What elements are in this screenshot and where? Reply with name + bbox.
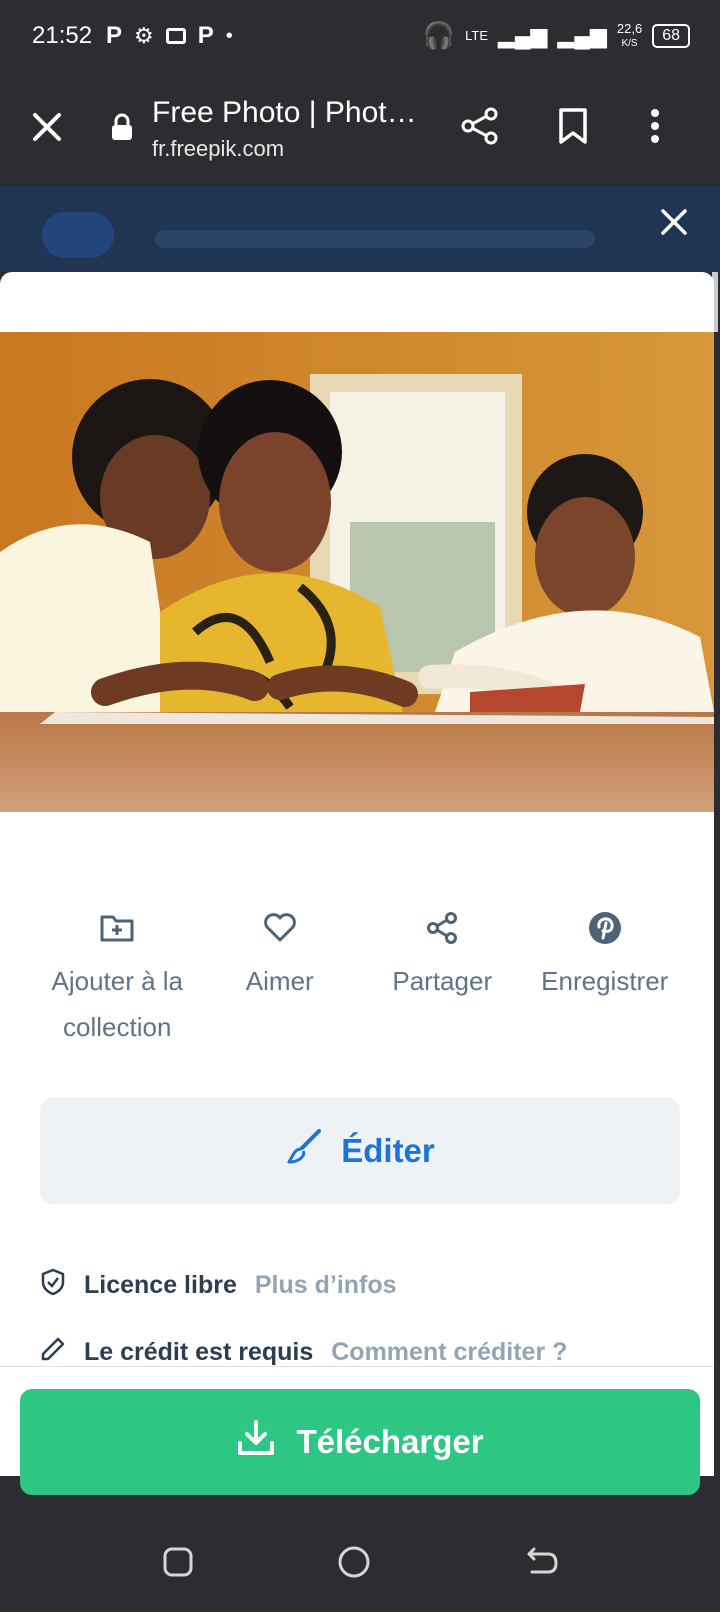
photo-actions: Ajouter à la collection Aimer Partager E…: [36, 908, 686, 1050]
site-logo: [42, 212, 114, 258]
message-icon: [165, 28, 186, 44]
credit-required-text: Le crédit est requis: [84, 1338, 314, 1366]
share-photo-button[interactable]: Partager: [361, 908, 524, 1050]
page-header-backdrop: [0, 186, 720, 272]
system-navigation-bar: [0, 1516, 720, 1612]
network-label: LTE: [465, 28, 489, 43]
edit-button[interactable]: Éditer: [40, 1098, 680, 1204]
bookmark-button[interactable]: [554, 104, 592, 148]
download-icon: [236, 1419, 276, 1465]
close-tab-button[interactable]: [26, 106, 68, 148]
heart-icon: [263, 908, 297, 948]
circle-icon: [338, 1546, 370, 1578]
status-bar: 21:52 P ⚙ P • 🎧 LTE ▂▄▆ ▂▄▆ 22,6 K/S 68: [0, 0, 720, 72]
network-speed: 22,6 K/S: [617, 22, 642, 50]
edit-label: Éditer: [341, 1132, 435, 1169]
close-modal-button[interactable]: [656, 204, 692, 240]
parking-icon: P: [197, 22, 214, 49]
back-button[interactable]: [520, 1542, 564, 1582]
parking-icon: P: [106, 22, 123, 49]
dot-icon: •: [225, 24, 233, 47]
photo-detail-sheet: Ajouter à la collection Aimer Partager E…: [0, 272, 714, 1366]
pinterest-label: Enregistrer: [541, 966, 669, 996]
battery-icon: 68: [652, 23, 690, 48]
speed-unit: K/S: [621, 37, 638, 49]
share-button[interactable]: [458, 104, 502, 148]
signal-icon: ▂▄▆: [557, 22, 607, 48]
download-bar: Télécharger: [0, 1366, 714, 1495]
page-url[interactable]: fr.freepik.com: [152, 136, 284, 162]
license-row: Licence libre Plus d’infos: [40, 1268, 397, 1303]
credit-row: Le crédit est requis Comment créditer ?: [40, 1336, 567, 1366]
gear-icon: ⚙: [134, 23, 154, 48]
pinterest-save-button[interactable]: Enregistrer: [524, 908, 687, 1050]
more-vertical-icon: [651, 109, 659, 143]
brush-icon: [285, 1128, 323, 1174]
status-left-icons: P ⚙ P •: [106, 22, 233, 50]
home-button[interactable]: [332, 1540, 376, 1584]
share-label: Partager: [392, 966, 493, 996]
how-to-credit-link[interactable]: Comment créditer ?: [331, 1338, 567, 1366]
status-right: 🎧 LTE ▂▄▆ ▂▄▆ 22,6 K/S 68: [423, 20, 690, 51]
square-icon: [163, 1547, 193, 1577]
bookmark-icon: [559, 108, 587, 144]
download-label: Télécharger: [296, 1423, 484, 1460]
preview-photo[interactable]: [0, 332, 714, 812]
status-time: 21:52: [32, 22, 93, 49]
folder-add-icon: [100, 908, 134, 948]
lock-icon: [108, 112, 136, 142]
page-title[interactable]: Free Photo | Phot…: [152, 96, 432, 130]
add-to-collection-label: Ajouter à la collection: [51, 966, 184, 1042]
signal-icon: ▂▄▆: [498, 22, 548, 48]
more-menu-button[interactable]: [640, 104, 670, 148]
close-icon: [33, 113, 61, 141]
header-search-placeholder: [155, 230, 595, 248]
close-icon: [661, 209, 687, 235]
speed-value: 22,6: [616, 20, 643, 36]
license-label: Licence libre: [84, 1271, 237, 1299]
like-button[interactable]: Aimer: [199, 908, 362, 1050]
pinterest-icon: [588, 908, 622, 948]
pencil-icon: [40, 1336, 66, 1366]
share-icon: [461, 107, 498, 145]
shield-check-icon: [40, 1268, 66, 1303]
download-button[interactable]: Télécharger: [20, 1389, 700, 1495]
share-icon: [425, 908, 459, 948]
recent-apps-button[interactable]: [158, 1542, 198, 1582]
license-more-link[interactable]: Plus d’infos: [255, 1271, 397, 1300]
like-label: Aimer: [245, 966, 314, 996]
add-to-collection-button[interactable]: Ajouter à la collection: [36, 908, 199, 1050]
back-icon: [527, 1547, 558, 1574]
browser-toolbar: Free Photo | Phot… fr.freepik.com: [0, 72, 720, 186]
photo-image: [0, 332, 714, 812]
headphones-icon: 🎧: [422, 20, 456, 50]
